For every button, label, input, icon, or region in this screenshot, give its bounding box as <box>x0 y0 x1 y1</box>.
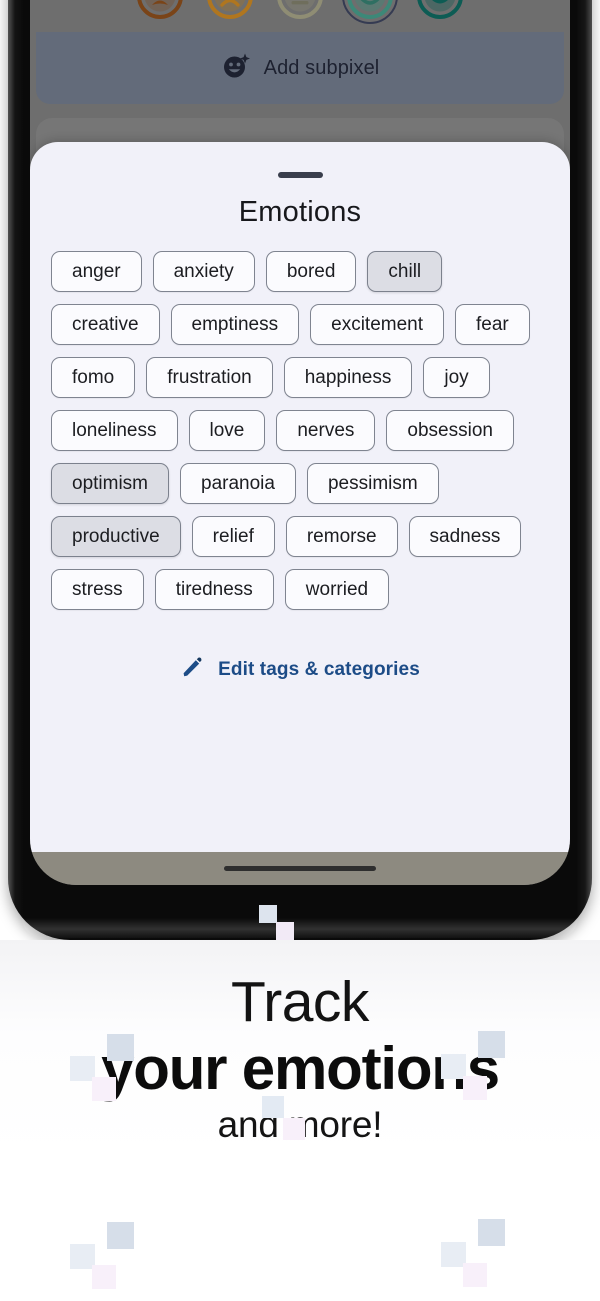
system-nav-bar <box>30 852 570 885</box>
emotion-chip[interactable]: chill <box>367 251 443 292</box>
emotion-chip[interactable]: bored <box>265 251 357 292</box>
add-subpixel-button[interactable]: Add subpixel <box>36 32 564 104</box>
headline-line-3: and more! <box>217 1104 383 1146</box>
add-subpixel-label: Add subpixel <box>263 56 380 79</box>
emotion-chip[interactable]: love <box>188 410 266 451</box>
marketing-headline: Track your emotions and more! <box>0 970 600 1146</box>
emotion-chip-list: anger anxiety bored chill creative emptiness e… <box>51 251 551 610</box>
emotion-chip[interactable]: stress <box>51 569 144 610</box>
pencil-icon <box>180 655 204 684</box>
emotion-chip[interactable]: fomo <box>51 357 136 398</box>
emotion-chip[interactable]: optimism <box>51 463 170 504</box>
mood-face-sad[interactable] <box>206 0 254 20</box>
emotion-chip[interactable]: paranoia <box>180 463 296 504</box>
emotion-chip[interactable]: fear <box>455 304 530 345</box>
emotion-chip[interactable]: emptiness <box>170 304 300 345</box>
emotions-bottom-sheet: Emotions anger anxiety bored chill creative e… <box>30 142 570 852</box>
emotion-chip[interactable]: loneliness <box>51 410 178 451</box>
headline-line-1: Track <box>231 970 369 1034</box>
edit-tags-label: Edit tags & categories <box>218 658 420 680</box>
emotion-chip[interactable]: obsession <box>386 410 514 451</box>
emotion-chip[interactable]: nerves <box>276 410 376 451</box>
mood-selector <box>30 0 570 32</box>
emotion-chip[interactable]: tiredness <box>154 569 274 610</box>
home-gesture-pill[interactable] <box>224 866 376 871</box>
headline-line-2: your emotions <box>101 1034 500 1102</box>
sheet-title: Emotions <box>238 196 362 228</box>
emotion-chip[interactable]: joy <box>423 357 490 398</box>
emotion-chip[interactable]: sadness <box>408 516 522 557</box>
emotion-chip[interactable]: creative <box>51 304 160 345</box>
emotion-chip[interactable]: anger <box>51 251 142 292</box>
emotion-chip[interactable]: productive <box>51 516 181 557</box>
emotion-chip[interactable]: frustration <box>146 357 273 398</box>
emotion-chip[interactable]: happiness <box>283 357 413 398</box>
marketing-section: Track your emotions and more! <box>0 940 600 1301</box>
drag-handle[interactable] <box>277 172 323 178</box>
emotion-chip[interactable]: anxiety <box>152 251 255 292</box>
emotion-chip[interactable]: remorse <box>285 516 398 557</box>
emotion-chip[interactable]: excitement <box>310 304 445 345</box>
edit-tags-link[interactable]: Edit tags & categories <box>30 655 570 684</box>
app-screenshot: Add subpixel Emotions anger anxiety bored c… <box>0 0 600 1301</box>
phone-screen: Add subpixel Emotions anger anxiety bored c… <box>30 0 570 885</box>
emotion-chip[interactable]: pessimism <box>306 463 439 504</box>
mood-face-good[interactable] <box>342 0 398 24</box>
phone-frame-bottom-highlight <box>22 918 578 938</box>
emotion-chip[interactable]: worried <box>284 569 390 610</box>
smiley-plus-icon <box>221 51 251 86</box>
mood-selection-ring <box>342 0 398 24</box>
mood-face-very-good[interactable] <box>416 0 464 20</box>
mood-face-neutral[interactable] <box>276 0 324 20</box>
emotion-chip[interactable]: relief <box>191 516 275 557</box>
phone-frame: Add subpixel Emotions anger anxiety bored c… <box>8 0 592 940</box>
mood-face-very-sad[interactable] <box>136 0 184 20</box>
